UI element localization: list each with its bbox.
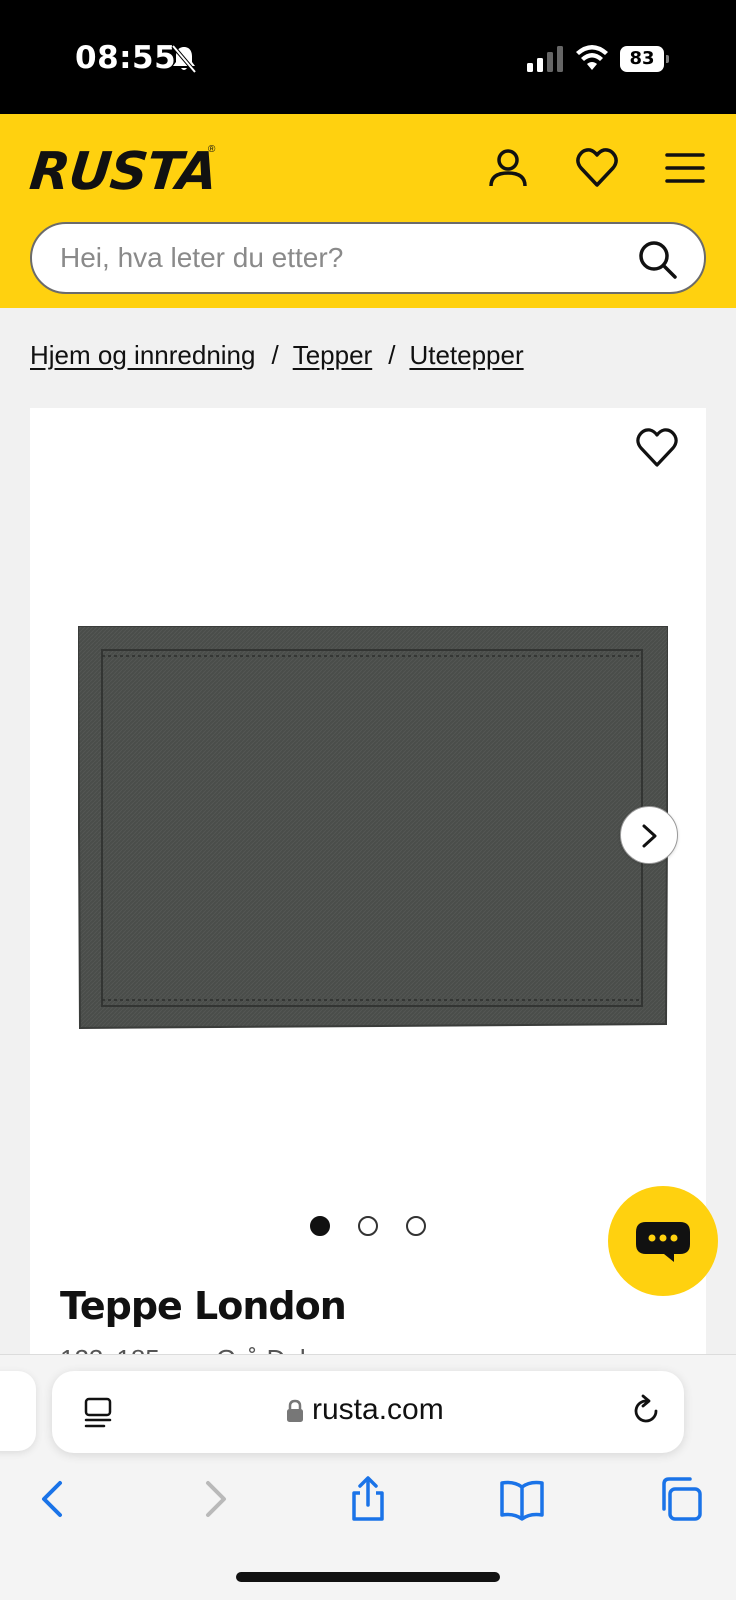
chevron-right-icon bbox=[642, 824, 657, 848]
status-bar: 08:55 83 bbox=[0, 0, 736, 114]
battery-nub bbox=[666, 55, 669, 63]
home-indicator[interactable] bbox=[236, 1572, 500, 1582]
lock-icon bbox=[287, 1399, 303, 1422]
breadcrumb-item-utetepper[interactable]: Utetepper bbox=[409, 340, 523, 370]
search-icon[interactable] bbox=[636, 238, 678, 280]
battery-icon: 83 bbox=[620, 46, 670, 72]
back-icon[interactable] bbox=[30, 1475, 78, 1523]
battery-level: 83 bbox=[620, 46, 664, 72]
breadcrumb-item-hjem-og-innredning[interactable]: Hjem og innredning bbox=[30, 340, 255, 370]
gallery-dot[interactable] bbox=[310, 1216, 330, 1236]
forward-icon[interactable] bbox=[190, 1475, 238, 1523]
cellular-signal-icon bbox=[527, 46, 563, 72]
tabs-icon[interactable] bbox=[656, 1475, 704, 1523]
gallery-next-button[interactable] bbox=[620, 806, 678, 864]
gallery-dot[interactable] bbox=[358, 1216, 378, 1236]
search-input[interactable] bbox=[60, 238, 600, 278]
breadcrumb-item-tepper[interactable]: Tepper bbox=[293, 340, 373, 370]
site-header: RUSTA ® bbox=[0, 114, 736, 308]
rusta-logo[interactable]: RUSTA bbox=[27, 142, 220, 202]
previous-tab-preview[interactable] bbox=[0, 1371, 36, 1451]
share-icon[interactable] bbox=[344, 1475, 392, 1523]
bookmarks-icon[interactable] bbox=[498, 1475, 546, 1523]
heart-icon[interactable] bbox=[575, 146, 619, 190]
product-card: Teppe London 123x185 cm, Grå Del bbox=[30, 408, 706, 1374]
logo-registered-mark: ® bbox=[208, 144, 216, 155]
status-time: 08:55 bbox=[75, 40, 177, 76]
breadcrumb-separator: / bbox=[271, 340, 279, 370]
screen: 08:55 83 RUSTA ® Hei, hva leter du etter… bbox=[0, 0, 736, 1600]
url-text[interactable]: rusta.com bbox=[312, 1393, 444, 1427]
bell-off-icon bbox=[171, 44, 197, 74]
gallery-pagination bbox=[310, 1216, 450, 1240]
address-bar[interactable]: rusta.com bbox=[52, 1371, 684, 1453]
gallery-dot[interactable] bbox=[406, 1216, 426, 1236]
breadcrumb: Hjem og innredning / Tepper / Utetepper bbox=[30, 340, 524, 380]
add-to-favorites-icon[interactable] bbox=[634, 426, 680, 470]
account-icon[interactable] bbox=[486, 146, 530, 190]
menu-icon[interactable] bbox=[663, 146, 707, 190]
product-image-rug[interactable] bbox=[78, 626, 668, 1036]
wifi-icon bbox=[576, 45, 608, 70]
search-box bbox=[30, 222, 706, 294]
chat-bubble-icon bbox=[636, 1222, 690, 1262]
product-title: Teppe London bbox=[60, 1284, 347, 1328]
reload-icon[interactable] bbox=[628, 1393, 664, 1429]
chat-button[interactable] bbox=[608, 1186, 718, 1296]
browser-toolbar: rusta.com bbox=[0, 1354, 736, 1600]
breadcrumb-separator: / bbox=[388, 340, 396, 370]
reader-icon[interactable] bbox=[82, 1395, 116, 1429]
